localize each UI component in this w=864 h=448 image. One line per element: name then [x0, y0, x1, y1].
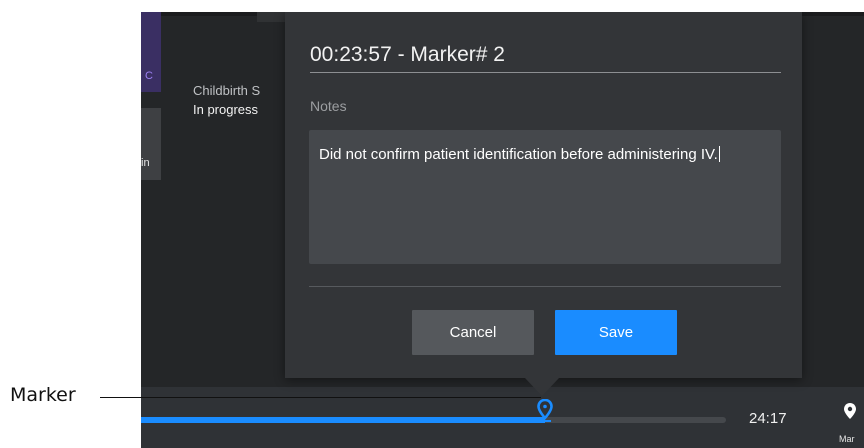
marker-callout-line — [100, 397, 541, 398]
scenario-status: In progress — [193, 102, 259, 117]
left-chip-text: C — [145, 70, 153, 82]
notes-text-wrap: Did not confirm patient identification b… — [319, 145, 739, 164]
save-button[interactable]: Save — [555, 310, 677, 355]
left-panel-button[interactable]: in — [141, 108, 161, 180]
marker-dialog: 00:23:57 - Marker# 2 Notes Did not confi… — [285, 12, 802, 378]
time-label: 24:17 — [749, 410, 787, 427]
title-divider — [310, 72, 781, 73]
marker-callout-label: Marker — [10, 384, 76, 406]
left-button-text: in — [141, 157, 150, 169]
left-panel-chip[interactable]: C — [141, 12, 161, 92]
scenario-title: Childbirth S — [193, 83, 261, 98]
timeline-progress — [141, 417, 545, 423]
text-caret — [718, 146, 720, 162]
footer-divider — [309, 286, 781, 287]
notes-label: Notes — [310, 98, 347, 114]
dialog-pointer — [525, 378, 559, 396]
marker-pin-icon[interactable] — [537, 399, 553, 423]
dialog-title: 00:23:57 - Marker# 2 — [310, 43, 505, 66]
marker-tool-label: Mar — [839, 434, 855, 444]
notes-text: Did not confirm patient identification b… — [319, 146, 718, 163]
app-window: C in Childbirth S In progress 24:17 Mar … — [141, 12, 864, 448]
notes-textarea[interactable]: Did not confirm patient identification b… — [309, 130, 781, 264]
cancel-button[interactable]: Cancel — [412, 310, 534, 355]
